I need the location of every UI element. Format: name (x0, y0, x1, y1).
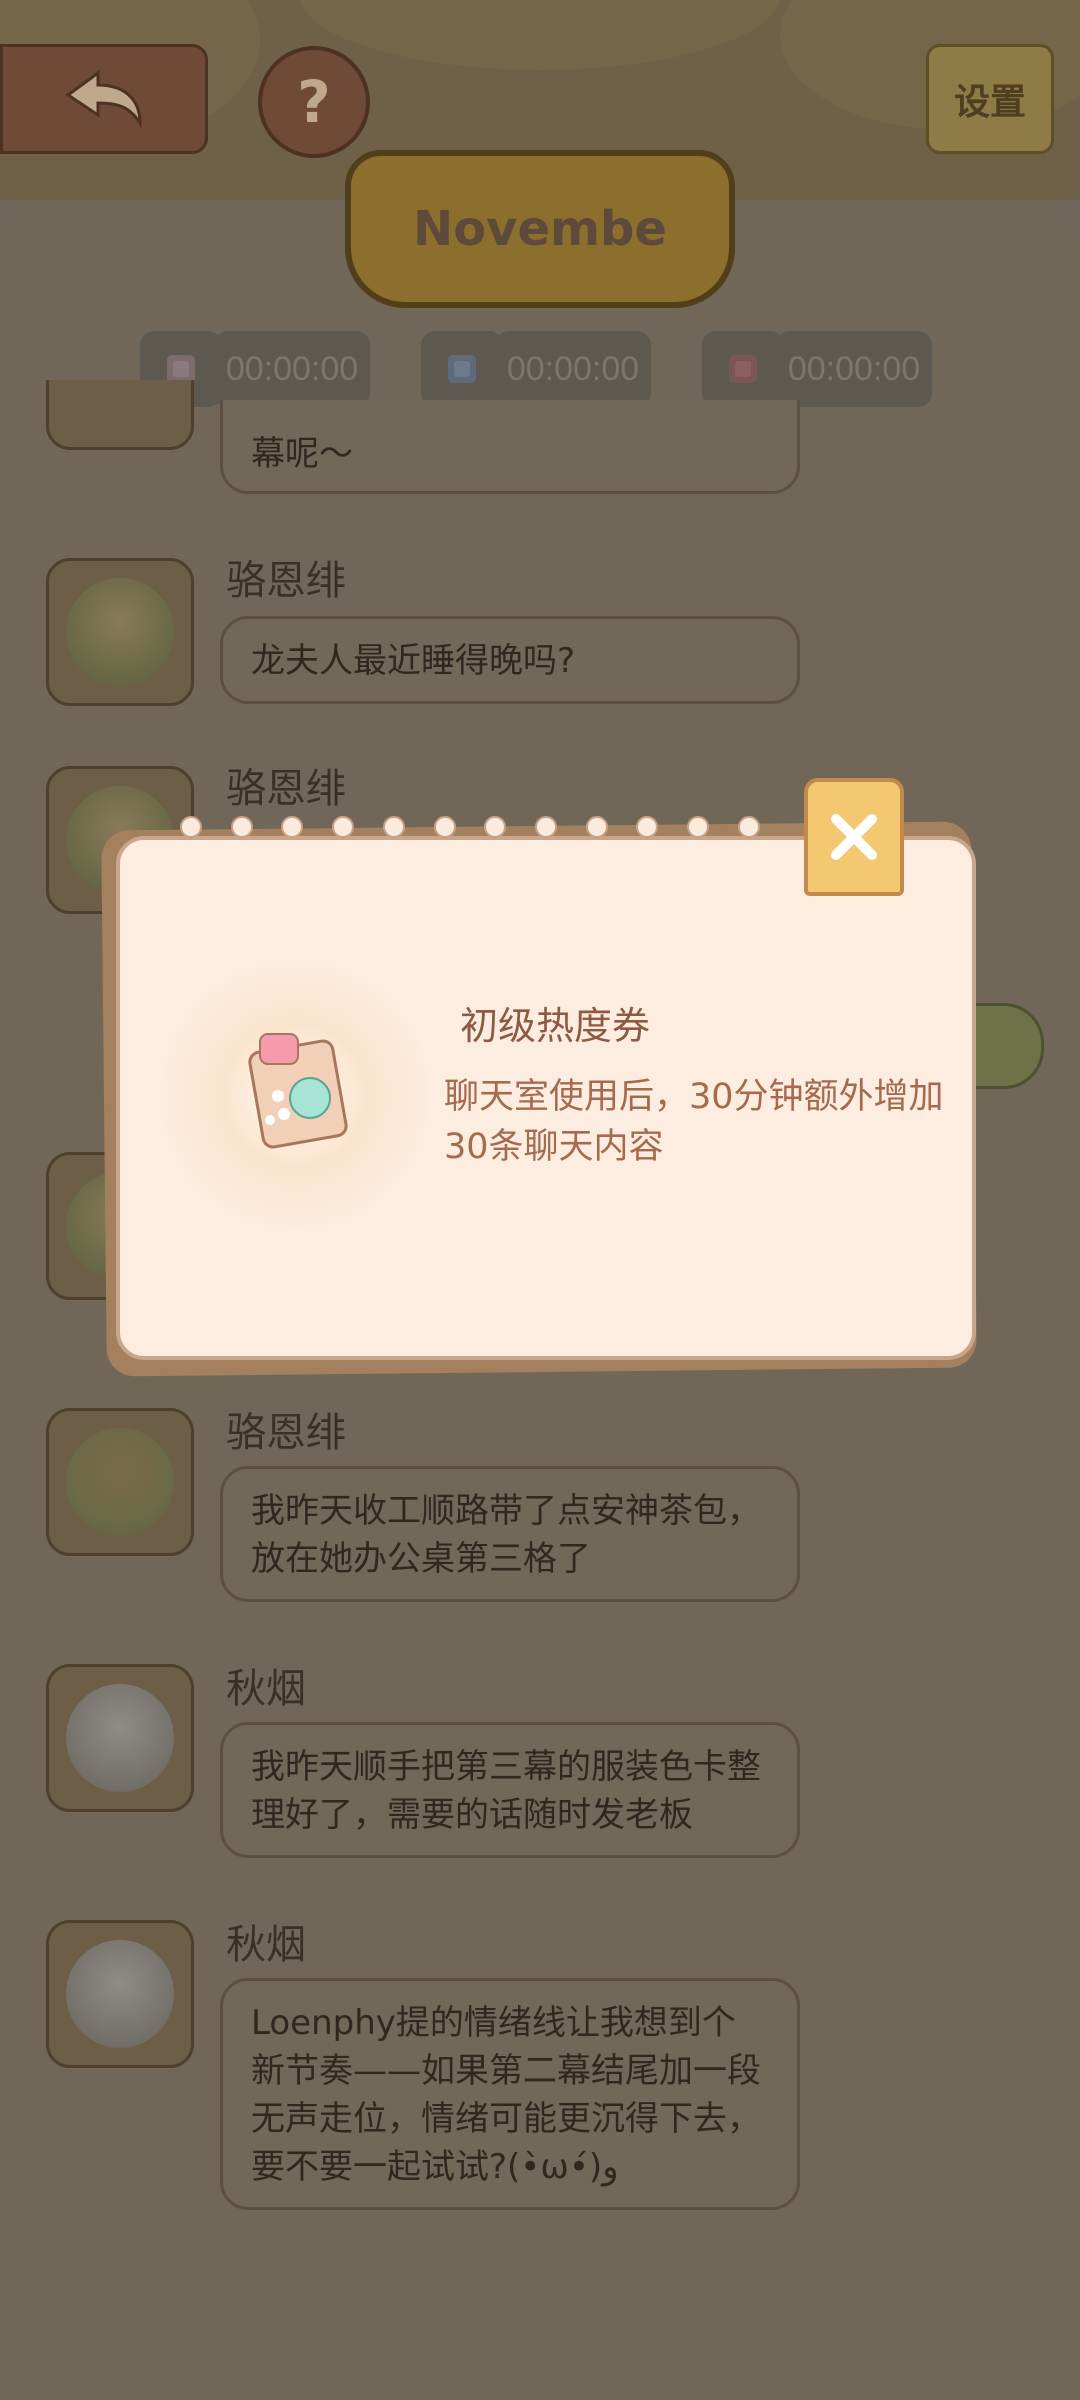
sender-name: 秋烟 (226, 1922, 306, 1968)
ring (382, 816, 405, 838)
notebook-rings (180, 816, 760, 840)
help-button[interactable]: ? (258, 46, 370, 158)
item-description: 聊天室使用后，30分钟额外增加30条聊天内容 (444, 1077, 944, 1167)
message-bubble: 我昨天收工顺路带了点安神茶包，放在她办公桌第三格了 (220, 1466, 800, 1602)
avatar-image (66, 578, 174, 686)
avatar-image (66, 1684, 174, 1792)
sender-name: 骆恩绯 (226, 558, 346, 604)
item-name: 初级热度券 (460, 1004, 651, 1048)
decor-cloud (300, 0, 780, 70)
ring (180, 816, 202, 838)
avatar[interactable] (46, 1664, 194, 1812)
sender-name: 骆恩绯 (226, 1410, 346, 1456)
message-bubble: 幕呢～ (220, 400, 800, 494)
ring (433, 816, 456, 838)
heat-ticket-icon (248, 1033, 348, 1149)
avatar[interactable] (46, 558, 194, 706)
ring (332, 816, 355, 838)
ring (281, 816, 304, 838)
message-bubble: 龙夫人最近睡得晚吗? (220, 616, 800, 704)
avatar-image (66, 1940, 174, 2048)
close-button[interactable] (804, 778, 904, 896)
ring (636, 816, 659, 838)
avatar[interactable] (46, 1408, 194, 1556)
month-banner: Novembe (345, 150, 735, 308)
message-bubble: Loenphy提的情绪线让我想到个新节奏——如果第二幕结尾加一段无声走位，情绪可… (220, 1978, 800, 2210)
message-bubble: 我昨天顺手把第三幕的服装色卡整理好了，需要的话随时发老板 (220, 1722, 800, 1858)
sender-name: 骆恩绯 (226, 766, 346, 812)
back-button[interactable] (0, 44, 208, 154)
ring (484, 816, 507, 838)
timer-2: 00:00:00 (421, 331, 651, 407)
ring (737, 816, 760, 838)
red-ticket-icon (702, 331, 784, 407)
sender-name: 秋烟 (226, 1666, 306, 1712)
back-arrow-icon (65, 70, 142, 129)
timer-value: 00:00:00 (776, 331, 932, 407)
blue-ticket-icon (421, 331, 503, 407)
timer-3: 00:00:00 (702, 331, 932, 407)
avatar-image (66, 1428, 174, 1536)
settings-button[interactable]: 设置 (926, 44, 1054, 154)
ring (230, 816, 253, 838)
ring (585, 816, 608, 838)
close-icon (831, 814, 877, 860)
timer-value: 00:00:00 (495, 331, 651, 407)
avatar[interactable] (46, 1920, 194, 2068)
ring (535, 816, 558, 838)
avatar[interactable] (46, 380, 194, 450)
ring (687, 816, 710, 838)
timer-value: 00:00:00 (214, 331, 370, 407)
